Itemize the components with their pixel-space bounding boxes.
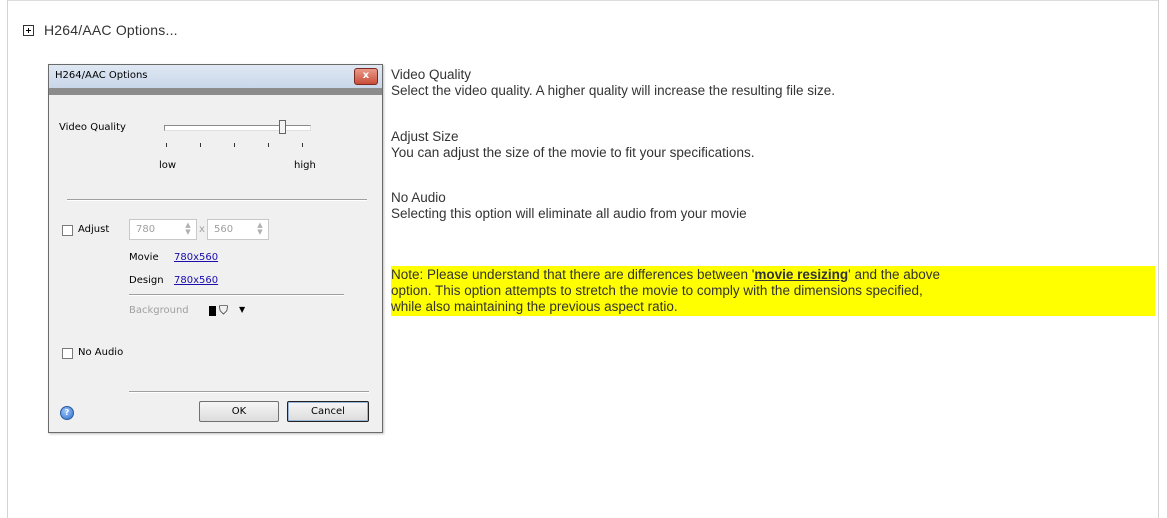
video-quality-label: Video Quality — [59, 122, 126, 133]
note-suffix: ' and the above — [848, 267, 941, 282]
slider-tick — [166, 143, 167, 147]
slider-tick — [200, 143, 201, 147]
design-label: Design — [129, 275, 164, 286]
adjust-size-description: You can adjust the size of the movie to … — [391, 145, 755, 160]
note-line-3: while also maintaining the previous aspe… — [391, 299, 678, 314]
section-title: H264/AAC Options... — [44, 22, 178, 38]
note-line-2: option. This option attempts to stretch … — [391, 283, 923, 298]
no-audio-checkbox[interactable] — [62, 348, 73, 359]
chevron-down-icon[interactable]: ▼ — [239, 305, 245, 314]
dialog-titlebar: H264/AAC Options x — [49, 65, 382, 89]
note-prefix: Note: Please understand that there are d… — [391, 267, 755, 282]
no-audio-description: Selecting this option will eliminate all… — [391, 206, 747, 221]
movie-resizing-link[interactable]: movie resizing — [754, 267, 848, 282]
top-divider — [8, 0, 1158, 1]
expand-icon[interactable] — [23, 24, 34, 36]
movie-label: Movie — [129, 252, 159, 263]
ok-button[interactable]: OK — [199, 401, 279, 422]
movie-size-link[interactable]: 780x560 — [174, 252, 218, 263]
height-value: 560 — [214, 224, 234, 235]
cancel-button[interactable]: Cancel — [287, 401, 369, 422]
adjust-label: Adjust — [78, 224, 110, 235]
note-highlight: Note: Please understand that there are d… — [391, 266, 1155, 316]
height-spinner[interactable]: 560 ▲ ▼ — [207, 219, 269, 240]
dialog-title: H264/AAC Options — [55, 70, 148, 81]
slider-tick — [302, 143, 303, 147]
video-quality-slider-thumb[interactable] — [279, 120, 286, 134]
video-quality-slider-track[interactable] — [164, 125, 311, 131]
section-header[interactable]: H264/AAC Options... — [23, 22, 178, 38]
spinner-arrows-icon[interactable]: ▲ ▼ — [184, 222, 192, 236]
video-quality-description: Select the video quality. A higher quali… — [391, 83, 835, 98]
design-size-link[interactable]: 780x560 — [174, 275, 218, 286]
close-icon[interactable]: x — [354, 68, 378, 85]
width-spinner[interactable]: 780 ▲ ▼ — [129, 219, 197, 240]
slider-tick — [234, 143, 235, 147]
help-icon[interactable]: ? — [60, 406, 74, 420]
h264-options-dialog: H264/AAC Options x Video Quality low hig… — [48, 64, 383, 433]
dialog-header-band — [49, 88, 382, 95]
quality-high-label: high — [294, 160, 316, 171]
no-audio-label: No Audio — [78, 347, 124, 358]
times-label: x — [199, 224, 205, 235]
spinner-arrows-icon[interactable]: ▲ ▼ — [256, 222, 264, 236]
separator — [129, 294, 344, 296]
width-value: 780 — [136, 224, 156, 235]
background-label: Background — [129, 305, 189, 316]
quality-low-label: low — [159, 160, 177, 171]
adjust-size-heading: Adjust Size — [391, 129, 459, 144]
slider-tick — [268, 143, 269, 147]
adjust-checkbox[interactable] — [62, 225, 73, 236]
video-quality-heading: Video Quality — [391, 67, 472, 82]
background-color-swatch[interactable] — [209, 306, 216, 316]
paint-bucket-icon[interactable]: ⛉ — [219, 303, 228, 318]
no-audio-heading: No Audio — [391, 190, 446, 205]
separator — [67, 199, 367, 201]
separator — [129, 391, 369, 393]
